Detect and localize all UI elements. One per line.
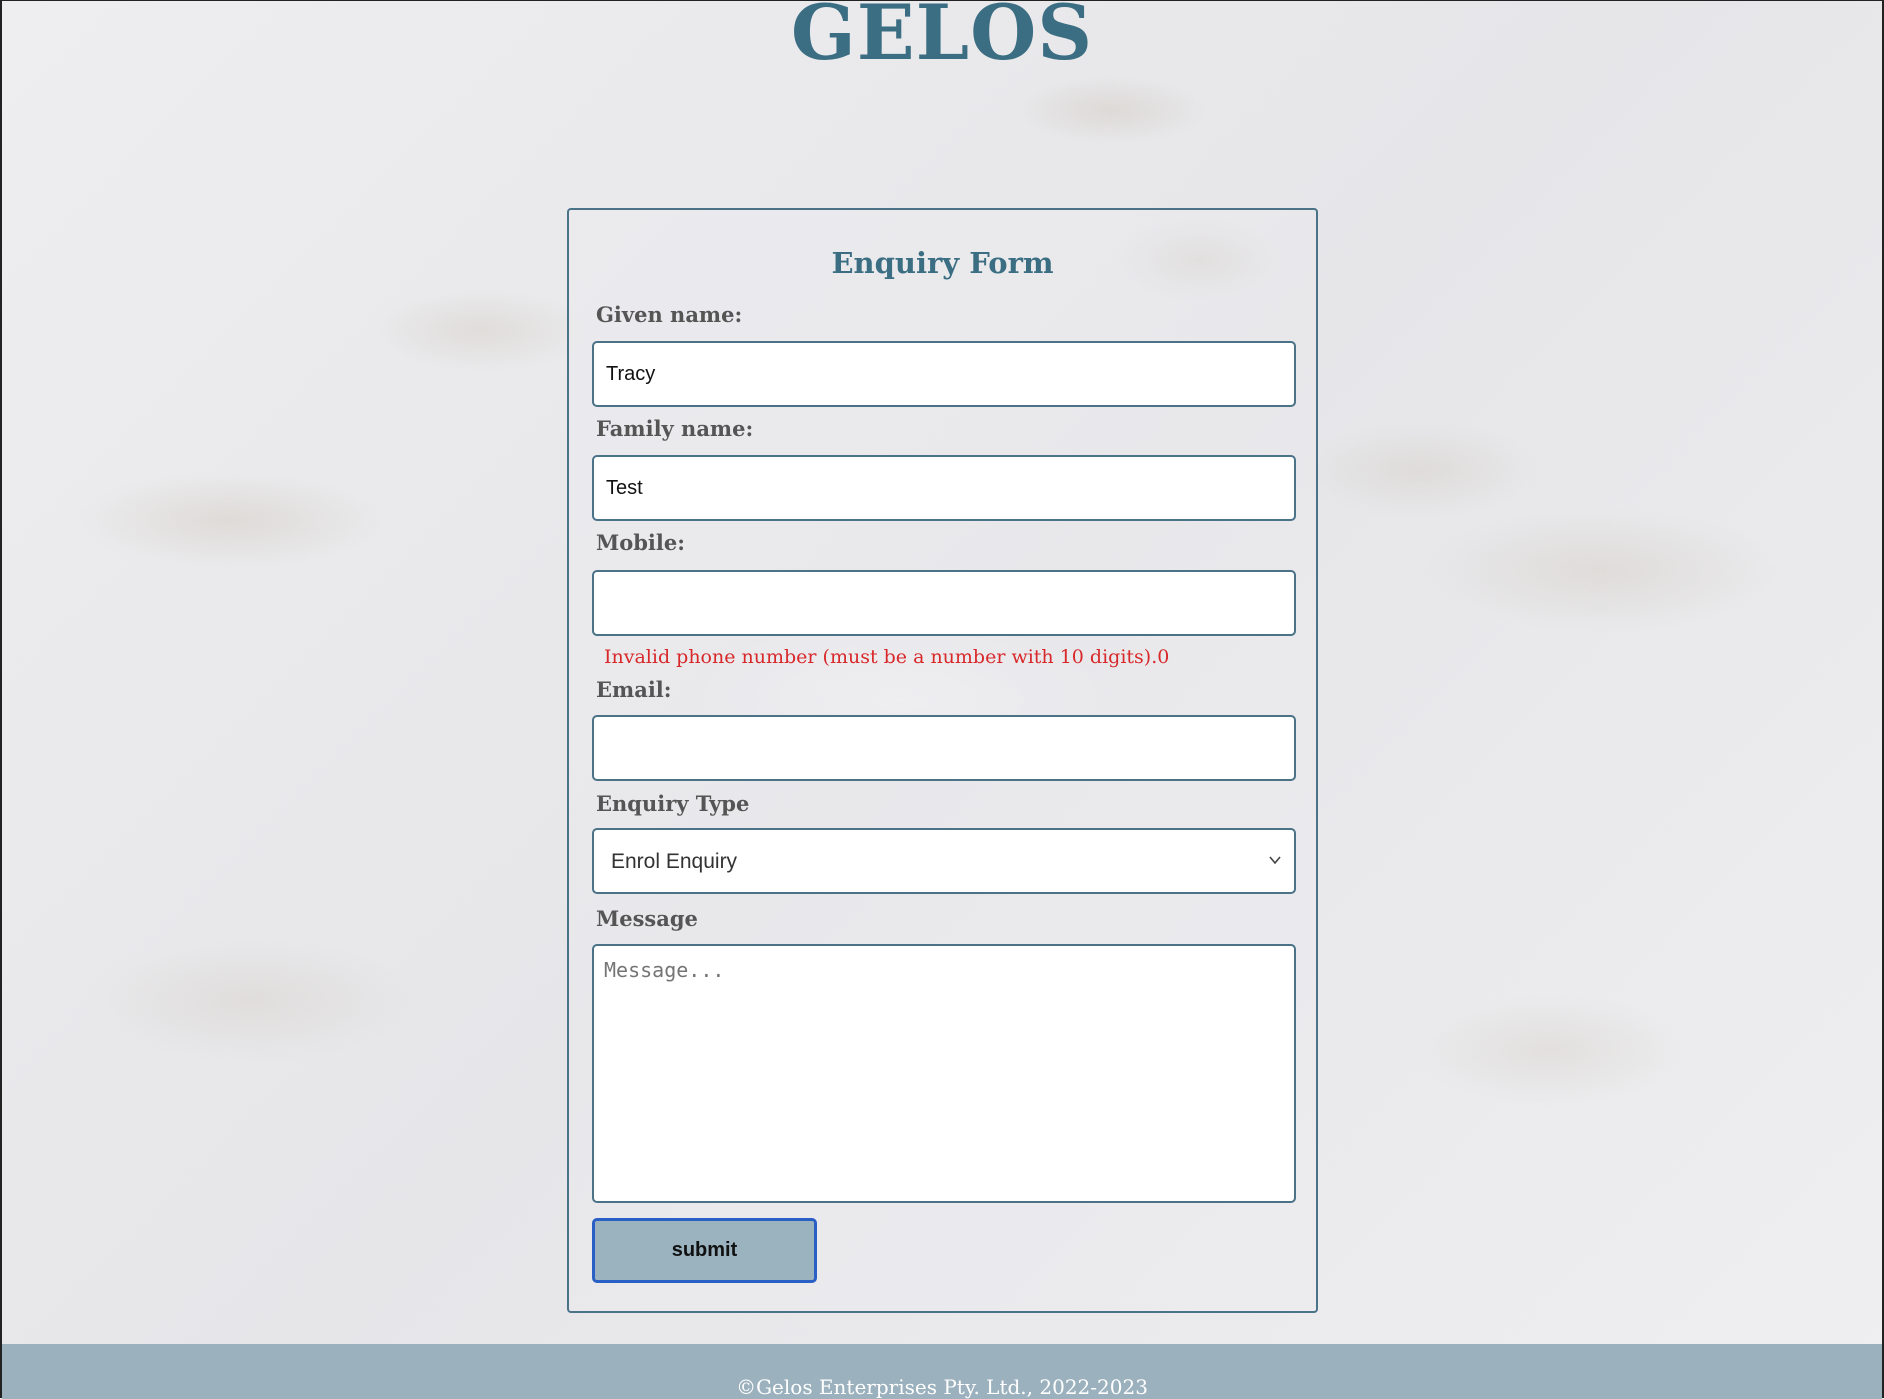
email-label: Email:	[596, 677, 672, 702]
given-name-label: Given name:	[596, 302, 743, 327]
message-label: Message	[596, 906, 698, 931]
mobile-input[interactable]	[592, 570, 1296, 636]
form-heading: Enquiry Form	[831, 246, 1054, 280]
given-name-input[interactable]	[592, 341, 1296, 407]
email-input[interactable]	[592, 715, 1296, 781]
site-logo-title: GELOS	[790, 0, 1094, 77]
copyright-text: ©Gelos Enterprises Pty. Ltd., 2022-2023	[736, 1375, 1148, 1399]
family-name-label: Family name:	[596, 416, 754, 441]
mobile-label: Mobile:	[596, 530, 686, 555]
message-textarea[interactable]	[592, 944, 1296, 1203]
site-footer: ©Gelos Enterprises Pty. Ltd., 2022-2023	[2, 1344, 1882, 1399]
enquiry-type-label: Enquiry Type	[596, 791, 750, 816]
enquiry-form: Enquiry Form Given name: Family name: Mo…	[567, 208, 1318, 1313]
chevron-down-icon	[1269, 856, 1281, 865]
mobile-error-message: Invalid phone number (must be a number w…	[604, 646, 1170, 668]
enquiry-type-select[interactable]: Enrol Enquiry	[592, 828, 1296, 894]
submit-button[interactable]: submit	[592, 1218, 817, 1283]
enquiry-type-selected-value: Enrol Enquiry	[611, 850, 738, 873]
family-name-input[interactable]	[592, 455, 1296, 521]
